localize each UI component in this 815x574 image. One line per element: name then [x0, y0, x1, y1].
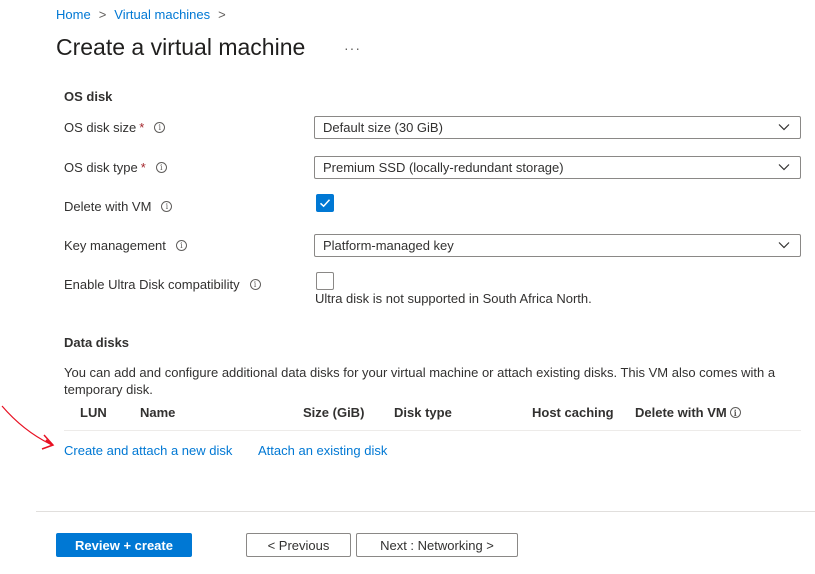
os-disk-type-label: OS disk type * i: [64, 160, 167, 175]
os-disk-type-dropdown[interactable]: Premium SSD (locally-redundant storage): [314, 156, 801, 179]
ultra-disk-note: Ultra disk is not supported in South Afr…: [315, 291, 592, 306]
breadcrumb-virtual-machines-link[interactable]: Virtual machines: [114, 7, 210, 22]
page-title: Create a virtual machine: [56, 34, 306, 60]
key-management-label-text: Key management: [64, 238, 166, 253]
os-disk-size-label-text: OS disk size: [64, 120, 137, 135]
required-asterisk: *: [139, 120, 145, 135]
attach-existing-disk-link[interactable]: Attach an existing disk: [258, 443, 387, 458]
chevron-down-icon: [778, 242, 790, 249]
annotation-arrow-icon: [1, 405, 55, 450]
next-networking-button[interactable]: Next : Networking >: [356, 533, 518, 557]
chevron-down-icon: [778, 124, 790, 131]
column-header-delete-with-vm-text: Delete with VM: [635, 405, 727, 420]
ultra-disk-label: Enable Ultra Disk compatibility i: [64, 277, 261, 292]
review-create-button[interactable]: Review + create: [56, 533, 192, 557]
info-icon[interactable]: i: [154, 122, 166, 133]
os-disk-type-label-text: OS disk type: [64, 160, 138, 175]
required-asterisk: *: [140, 160, 146, 175]
info-icon[interactable]: i: [175, 240, 187, 251]
key-management-label: Key management i: [64, 238, 187, 253]
column-header-name: Name: [140, 405, 176, 420]
ultra-disk-label-text: Enable Ultra Disk compatibility: [64, 277, 240, 292]
info-icon[interactable]: i: [155, 162, 167, 173]
info-icon[interactable]: i: [249, 279, 261, 290]
more-options-icon[interactable]: ···: [344, 40, 361, 56]
os-disk-size-label: OS disk size * i: [64, 120, 166, 135]
column-header-disk-type: Disk type: [394, 405, 452, 420]
delete-with-vm-checkbox[interactable]: [316, 194, 334, 212]
key-management-value: Platform-managed key: [323, 238, 454, 253]
os-disk-section-title: OS disk: [64, 89, 113, 104]
column-header-delete-with-vm: Delete with VM i: [635, 405, 741, 420]
breadcrumb-separator: >: [98, 7, 107, 22]
column-header-size: Size (GiB): [303, 405, 365, 420]
breadcrumb-separator: >: [218, 7, 226, 22]
column-header-lun: LUN: [80, 405, 107, 420]
column-header-host-caching: Host caching: [532, 405, 614, 420]
key-management-dropdown[interactable]: Platform-managed key: [314, 234, 801, 257]
os-disk-size-dropdown[interactable]: Default size (30 GiB): [314, 116, 801, 139]
delete-with-vm-label: Delete with VM i: [64, 199, 173, 214]
footer-divider: [36, 511, 815, 512]
os-disk-size-value: Default size (30 GiB): [323, 120, 443, 135]
data-disks-section-title: Data disks: [64, 335, 130, 350]
chevron-down-icon: [778, 164, 790, 171]
data-disks-description: You can add and configure additional dat…: [64, 365, 776, 397]
delete-with-vm-label-text: Delete with VM: [64, 199, 152, 214]
checkmark-icon: [319, 199, 331, 208]
create-attach-disk-link[interactable]: Create and attach a new disk: [64, 443, 232, 458]
breadcrumb: Home > Virtual machines >: [56, 7, 234, 22]
ultra-disk-checkbox[interactable]: [316, 272, 334, 290]
os-disk-type-value: Premium SSD (locally-redundant storage): [323, 160, 564, 175]
info-icon[interactable]: i: [729, 407, 741, 418]
previous-button[interactable]: < Previous: [246, 533, 351, 557]
table-header-divider: [64, 430, 801, 431]
breadcrumb-home-link[interactable]: Home: [56, 7, 91, 22]
info-icon[interactable]: i: [161, 201, 173, 212]
